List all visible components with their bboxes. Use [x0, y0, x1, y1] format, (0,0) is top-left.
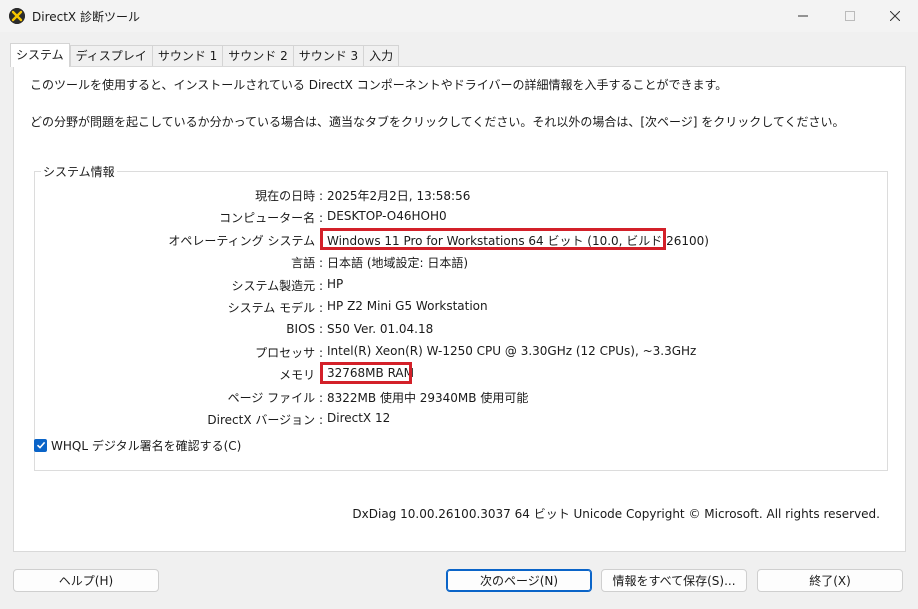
close-button[interactable] [872, 0, 918, 32]
whql-checkbox-row[interactable]: WHQL デジタル署名を確認する(C) [34, 437, 241, 453]
info-label: システム モデル : [227, 301, 323, 315]
intro-text-1: このツールを使用すると、インストールされている DirectX コンポーネントや… [30, 78, 728, 92]
checkmark-icon [36, 441, 45, 449]
title-bar: DirectX 診断ツール [0, 0, 918, 32]
tab-strip: システム ディスプレイ サウンド 1 サウンド 2 サウンド 3 入力 [10, 43, 400, 67]
tab-display[interactable]: ディスプレイ [69, 45, 152, 67]
info-row-os: オペレーティング システム : Windows 11 Pro for Works… [35, 232, 889, 250]
info-value: 2025年2月2日, 13:58:56 [327, 189, 471, 203]
tab-sound-2[interactable]: サウンド 2 [222, 45, 293, 67]
info-row-memory: メモリ : 32768MB RAM [35, 366, 889, 384]
exit-button[interactable]: 終了(X) [757, 569, 903, 592]
system-tab-panel: このツールを使用すると、インストールされている DirectX コンポーネントや… [13, 66, 906, 552]
info-row-model: システム モデル : HP Z2 Mini G5 Workstation [35, 299, 889, 317]
version-copyright-text: DxDiag 10.00.26100.3037 64 ビット Unicode C… [352, 507, 880, 521]
tab-sound-3[interactable]: サウンド 3 [292, 45, 364, 67]
info-label: 言語 : [291, 256, 323, 270]
info-label: 現在の日時 : [255, 189, 323, 203]
info-label: BIOS : [286, 322, 323, 336]
help-button[interactable]: ヘルプ(H) [13, 569, 159, 592]
info-label: ページ ファイル : [227, 391, 323, 405]
info-row-bios: BIOS : S50 Ver. 01.04.18 [35, 322, 889, 340]
whql-checkbox[interactable] [34, 438, 47, 452]
intro-text-2: どの分野が問題を起こしているか分かっている場合は、適当なタブをクリックしてくださ… [30, 115, 845, 129]
info-value: DirectX 12 [327, 411, 391, 425]
minimize-icon [798, 15, 808, 17]
info-label: オペレーティング システム : [168, 234, 323, 248]
info-row-manufacturer: システム製造元 : HP [35, 277, 889, 295]
info-value: 日本語 (地域設定: 日本語) [327, 256, 469, 270]
system-info-group-label: システム情報 [41, 163, 117, 180]
info-value: 32768MB RAM [327, 366, 414, 380]
tab-system[interactable]: システム [10, 43, 70, 67]
info-row-language: 言語 : 日本語 (地域設定: 日本語) [35, 254, 889, 272]
maximize-icon [845, 11, 855, 21]
info-value: HP Z2 Mini G5 Workstation [327, 299, 488, 313]
system-info-group: システム情報 現在の日時 : 2025年2月2日, 13:58:56 コンピュー… [34, 163, 889, 471]
info-row-computer-name: コンピューター名 : DESKTOP-O46HOH0 [35, 209, 889, 227]
close-icon [890, 11, 900, 21]
info-value: Intel(R) Xeon(R) W-1250 CPU @ 3.30GHz (1… [327, 344, 697, 358]
info-label: プロセッサ : [255, 346, 323, 360]
info-value: S50 Ver. 01.04.18 [327, 322, 434, 336]
info-label: システム製造元 : [231, 279, 324, 293]
whql-checkbox-label: WHQL デジタル署名を確認する(C) [51, 438, 242, 453]
info-label: コンピューター名 : [219, 211, 323, 225]
info-label: DirectX バージョン : [207, 413, 323, 427]
info-row-processor: プロセッサ : Intel(R) Xeon(R) W-1250 CPU @ 3.… [35, 344, 889, 362]
tab-input[interactable]: 入力 [363, 45, 400, 67]
info-value: DESKTOP-O46HOH0 [327, 209, 447, 223]
window-title: DirectX 診断ツール [32, 10, 140, 24]
info-row-datetime: 現在の日時 : 2025年2月2日, 13:58:56 [35, 187, 889, 205]
directx-app-icon [9, 8, 25, 24]
info-row-directx-version: DirectX バージョン : DirectX 12 [35, 411, 889, 429]
next-page-button[interactable]: 次のページ(N) [446, 569, 592, 592]
tab-sound-1[interactable]: サウンド 1 [151, 45, 223, 67]
maximize-button [827, 0, 873, 32]
info-value: 8322MB 使用中 29340MB 使用可能 [327, 391, 529, 405]
info-label: メモリ : [279, 368, 323, 382]
info-row-page-file: ページ ファイル : 8322MB 使用中 29340MB 使用可能 [35, 389, 889, 407]
minimize-button[interactable] [780, 0, 826, 32]
info-value: Windows 11 Pro for Workstations 64 ビット (… [327, 234, 709, 248]
save-all-info-button[interactable]: 情報をすべて保存(S)... [601, 569, 747, 592]
info-value: HP [327, 277, 344, 291]
